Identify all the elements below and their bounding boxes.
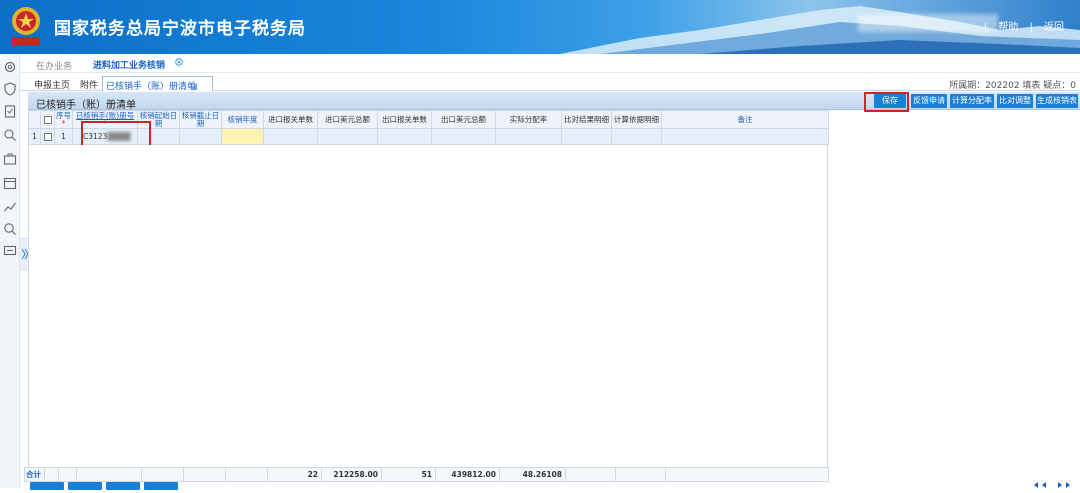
cell-seq: 1	[54, 128, 73, 145]
cell-calc-basis[interactable]	[611, 128, 662, 145]
cell-export-usd[interactable]	[431, 128, 496, 145]
cell-actual-rate[interactable]	[495, 128, 562, 145]
header-end-date: 核销截止日期	[179, 110, 222, 129]
total-export-usd: 439812.00	[435, 467, 500, 482]
sub-tab-bar: 申报主页 附件 已核销手（账）册清单 所属期：202202 填表 疑点：0	[20, 73, 1080, 92]
total-import-usd: 212258.00	[321, 467, 382, 482]
search-document-icon[interactable]	[3, 128, 17, 142]
highlight-book-no-cell	[81, 121, 151, 147]
row-checkbox-cell[interactable]	[40, 128, 55, 145]
select-all-checkbox[interactable]	[43, 115, 52, 124]
header-export-usd: 出口美元总额	[431, 110, 496, 129]
magnifier-icon[interactable]	[3, 222, 17, 236]
app-title: 国家税务总局宁波市电子税务局	[54, 19, 306, 39]
tax-bureau-emblem-icon	[12, 7, 40, 46]
row-checkbox[interactable]	[43, 133, 52, 141]
grid-title: 已核销手（账）册清单	[36, 100, 136, 111]
header-year: 核销年度	[221, 110, 264, 129]
period-info: 所属期：202202 填表 疑点：0	[949, 81, 1076, 91]
header-remarks: 备注	[661, 110, 829, 129]
totals-label: 合计	[24, 467, 45, 482]
pager-controls[interactable]	[1032, 482, 1072, 488]
chart-icon[interactable]	[3, 200, 17, 214]
compare-adjust-button[interactable]: 比对调整	[997, 94, 1033, 108]
left-sidebar	[0, 54, 20, 488]
total-rate: 48.26108	[499, 467, 566, 482]
clipboard-icon[interactable]	[3, 104, 17, 118]
header-import-count: 进口报关单数	[263, 110, 318, 129]
cell-compare-detail[interactable]	[561, 128, 612, 145]
highlight-save-button	[864, 92, 909, 112]
calendar-icon[interactable]	[3, 176, 17, 190]
grid-title-bar: 已核销手（账）册清单 保存 反馈申请 计算分配率 比对调整 生成核销表	[28, 92, 1080, 111]
gear-icon[interactable]	[3, 60, 17, 74]
subtab-attachment[interactable]: 附件	[80, 78, 98, 91]
calculate-rate-button[interactable]: 计算分配率	[950, 94, 994, 108]
cell-remarks[interactable]	[661, 128, 829, 145]
header-rownum	[28, 110, 41, 129]
bottom-button-4[interactable]	[144, 482, 178, 490]
blurred-user-info	[858, 14, 998, 32]
bottom-button-1[interactable]	[30, 482, 64, 490]
back-link[interactable]: 返回	[1044, 22, 1064, 33]
header-export-count: 出口报关单数	[377, 110, 432, 129]
cell-import-count[interactable]	[263, 128, 318, 145]
cell-export-count[interactable]	[377, 128, 432, 145]
header-actual-rate: 实际分配率	[495, 110, 562, 129]
message-icon[interactable]	[3, 244, 17, 258]
bottom-button-2[interactable]	[68, 482, 102, 490]
top-tab-bar: 在办业务 进料加工业务核销	[20, 54, 1080, 75]
header-import-usd: 进口美元总额	[317, 110, 378, 129]
row-number: 1	[28, 128, 41, 145]
header-compare-detail: 比对结果明细	[561, 110, 612, 129]
cell-year[interactable]	[221, 128, 264, 145]
generate-verification-table-button[interactable]: 生成核销表	[1036, 94, 1078, 108]
briefcase-icon[interactable]	[3, 152, 17, 166]
cell-import-usd[interactable]	[317, 128, 378, 145]
tab-in-progress[interactable]: 在办业务	[36, 59, 72, 72]
totals-row: 合计 22 212258.00 51 439812.00 48.26108	[24, 467, 829, 482]
data-grid: 序号* 已核销手(账)册号* 核销起始日期 核销截止日期 核销年度 进口报关单数…	[28, 110, 1080, 145]
help-link[interactable]: 帮助	[998, 22, 1018, 33]
app-header: 国家税务总局宁波市电子税务局 | 帮助 | 返回	[0, 0, 1080, 54]
tab-corner-resize-icon	[190, 83, 197, 90]
grid-empty-area	[28, 145, 828, 467]
feedback-request-button[interactable]: 反馈申请	[911, 94, 947, 108]
header-seq: 序号*	[54, 110, 73, 129]
subtab-declaration-home[interactable]: 申报主页	[34, 78, 70, 91]
total-export-count: 51	[381, 467, 436, 482]
close-tab-icon[interactable]	[175, 58, 183, 66]
header-calc-basis: 计算依据明细	[611, 110, 662, 129]
header-links: | 帮助 | 返回	[983, 22, 1064, 33]
shield-icon[interactable]	[3, 82, 17, 96]
cell-end-date[interactable]	[179, 128, 222, 145]
bottom-button-3[interactable]	[106, 482, 140, 490]
total-import-count: 22	[267, 467, 322, 482]
header-select-all[interactable]	[40, 110, 55, 129]
